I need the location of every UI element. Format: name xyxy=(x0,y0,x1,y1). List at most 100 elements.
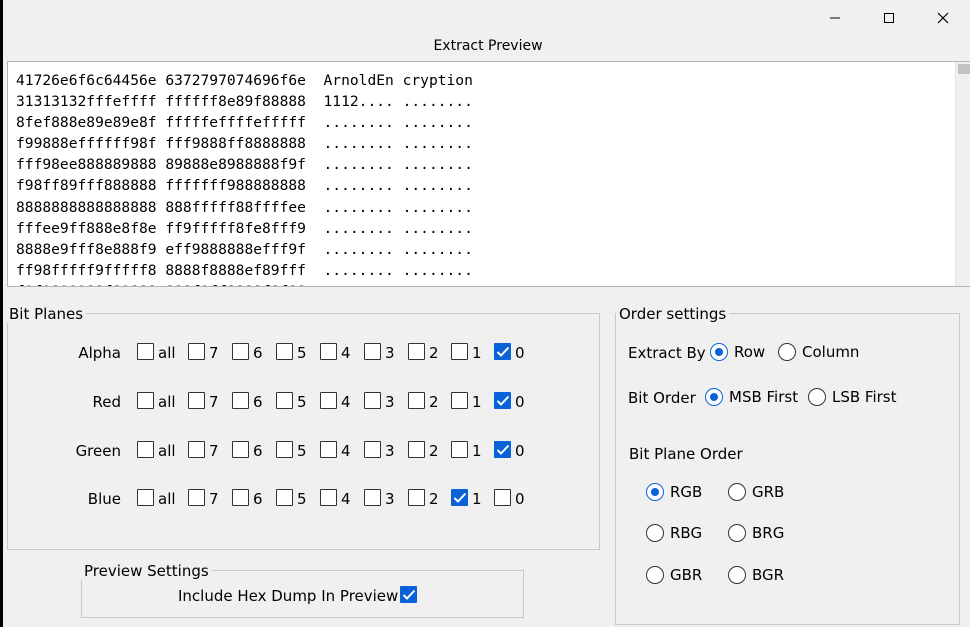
bit-checkbox-label: 0 xyxy=(515,442,525,460)
preview-title: Extract Preview xyxy=(433,38,543,54)
bit-checkbox-alpha-all[interactable] xyxy=(137,343,154,360)
bit-checkbox-red-7[interactable] xyxy=(188,392,205,409)
preview-scrollbar[interactable] xyxy=(955,62,970,286)
extract-by-label: Extract By xyxy=(628,344,706,362)
bit-checkbox-red-4[interactable] xyxy=(320,392,337,409)
bit-checkbox-label: 1 xyxy=(472,393,482,411)
plane-order-gbr-radio[interactable] xyxy=(646,566,664,584)
plane-order-bgr-radio-label: BGR xyxy=(752,566,785,584)
bit-checkbox-label: 5 xyxy=(297,490,307,508)
bit-checkbox-red-3[interactable] xyxy=(364,392,381,409)
channel-label-alpha: Alpha xyxy=(78,344,121,362)
plane-order-rgb-radio-label: RGB xyxy=(670,483,703,501)
bit-checkbox-label: 5 xyxy=(297,393,307,411)
extract-by-row-radio[interactable] xyxy=(710,343,728,361)
bit-checkbox-green-6[interactable] xyxy=(232,441,249,458)
bit-checkbox-blue-5[interactable] xyxy=(276,489,293,506)
preview-line: 41726e6f6c64456e 6372797074696f6e Arnold… xyxy=(16,72,473,89)
order-settings-legend: Order settings xyxy=(616,305,730,323)
preview-text-area[interactable]: 41726e6f6c64456e 6372797074696f6e Arnold… xyxy=(7,61,970,287)
bit-checkbox-alpha-5[interactable] xyxy=(276,343,293,360)
plane-order-brg-radio-label: BRG xyxy=(752,524,785,542)
bit-checkbox-green-3[interactable] xyxy=(364,441,381,458)
bit-checkbox-blue-7[interactable] xyxy=(188,489,205,506)
extract-by-column-radio-label: Column xyxy=(802,343,860,361)
bit-checkbox-red-2[interactable] xyxy=(408,392,425,409)
minimize-button[interactable] xyxy=(808,0,862,36)
bit-checkbox-alpha-0[interactable] xyxy=(494,343,511,360)
check-icon xyxy=(496,444,510,455)
bit-checkbox-alpha-1[interactable] xyxy=(451,343,468,360)
bit-checkbox-green-all[interactable] xyxy=(137,441,154,458)
preview-line: 31313132fffeffff ffffff8e89f88888 1112..… xyxy=(16,93,473,111)
bit-checkbox-label: 1 xyxy=(472,490,482,508)
bit-checkbox-label: 2 xyxy=(429,490,439,508)
check-icon xyxy=(453,492,467,503)
check-icon xyxy=(496,346,510,357)
bit-order-lsb-first-radio-label: LSB First xyxy=(832,388,897,406)
check-icon xyxy=(402,589,416,600)
bit-checkbox-alpha-4[interactable] xyxy=(320,343,337,360)
bit-order-msb-first-radio-label: MSB First xyxy=(729,388,799,406)
bit-checkbox-label: 7 xyxy=(209,442,219,460)
maximize-icon xyxy=(884,13,894,23)
scrollbar-thumb[interactable] xyxy=(958,64,970,74)
bit-checkbox-label: 5 xyxy=(297,344,307,362)
extract-by-column-radio[interactable] xyxy=(778,343,796,361)
bit-checkbox-alpha-3[interactable] xyxy=(364,343,381,360)
extract-preview-window: Extract Preview 41726e6f6c64456e 6372797… xyxy=(0,0,970,627)
bit-checkbox-red-1[interactable] xyxy=(451,392,468,409)
bit-checkbox-green-1[interactable] xyxy=(451,441,468,458)
bit-checkbox-green-2[interactable] xyxy=(408,441,425,458)
bit-checkbox-red-0[interactable] xyxy=(494,392,511,409)
plane-order-bgr-radio[interactable] xyxy=(728,566,746,584)
plane-order-rgb-radio[interactable] xyxy=(646,483,664,501)
bit-checkbox-green-4[interactable] xyxy=(320,441,337,458)
bit-checkbox-red-6[interactable] xyxy=(232,392,249,409)
check-icon xyxy=(496,395,510,406)
bit-checkbox-red-5[interactable] xyxy=(276,392,293,409)
hex-dump-checkbox[interactable] xyxy=(400,586,417,603)
bit-checkbox-label: 0 xyxy=(515,393,525,411)
bit-order-lsb-first-radio[interactable] xyxy=(808,388,826,406)
bit-checkbox-blue-1[interactable] xyxy=(451,489,468,506)
bit-plane-order-label: Bit Plane Order xyxy=(629,445,743,463)
plane-order-brg-radio[interactable] xyxy=(728,524,746,542)
bit-checkbox-alpha-7[interactable] xyxy=(188,343,205,360)
bit-checkbox-label: 6 xyxy=(253,490,263,508)
bit-checkbox-blue-2[interactable] xyxy=(408,489,425,506)
bit-checkbox-green-5[interactable] xyxy=(276,441,293,458)
bit-checkbox-label: all xyxy=(158,393,176,411)
close-icon xyxy=(937,12,949,24)
bit-checkbox-blue-3[interactable] xyxy=(364,489,381,506)
bit-checkbox-blue-all[interactable] xyxy=(137,489,154,506)
preview-lines: 41726e6f6c64456e 6372797074696f6e Arnold… xyxy=(16,70,473,286)
bit-checkbox-alpha-6[interactable] xyxy=(232,343,249,360)
maximize-button[interactable] xyxy=(862,0,916,36)
bit-checkbox-blue-6[interactable] xyxy=(232,489,249,506)
preview-line: f98ff89fff888888 fffffff988888888 ......… xyxy=(16,177,473,195)
bit-checkbox-label: 7 xyxy=(209,393,219,411)
close-button[interactable] xyxy=(916,0,970,36)
plane-order-grb-radio[interactable] xyxy=(728,483,746,501)
preview-line: 8888e9fff8e888f9 eff9888888efff9f ......… xyxy=(16,240,473,258)
bit-planes-legend: Bit Planes xyxy=(6,305,87,323)
bit-checkbox-label: 3 xyxy=(385,344,395,362)
preview-settings-legend: Preview Settings xyxy=(81,562,212,580)
channel-label-green: Green xyxy=(75,442,121,460)
extract-by-row-radio-label: Row xyxy=(734,343,766,361)
bit-checkbox-green-0[interactable] xyxy=(494,441,511,458)
bit-checkbox-green-7[interactable] xyxy=(188,441,205,458)
preview-line: 8888888888888888 888fffff88ffffee ......… xyxy=(16,198,473,216)
bit-order-msb-first-radio[interactable] xyxy=(705,388,723,406)
minimize-icon xyxy=(830,17,840,19)
bit-checkbox-blue-4[interactable] xyxy=(320,489,337,506)
bit-checkbox-label: 6 xyxy=(253,393,263,411)
plane-order-rbg-radio[interactable] xyxy=(646,524,664,542)
hex-dump-label: Include Hex Dump In Preview xyxy=(178,587,399,605)
bit-checkbox-red-all[interactable] xyxy=(137,392,154,409)
bit-checkbox-label: 4 xyxy=(341,393,351,411)
bit-checkbox-blue-0[interactable] xyxy=(494,489,511,506)
bit-checkbox-label: 2 xyxy=(429,393,439,411)
bit-checkbox-alpha-2[interactable] xyxy=(408,343,425,360)
